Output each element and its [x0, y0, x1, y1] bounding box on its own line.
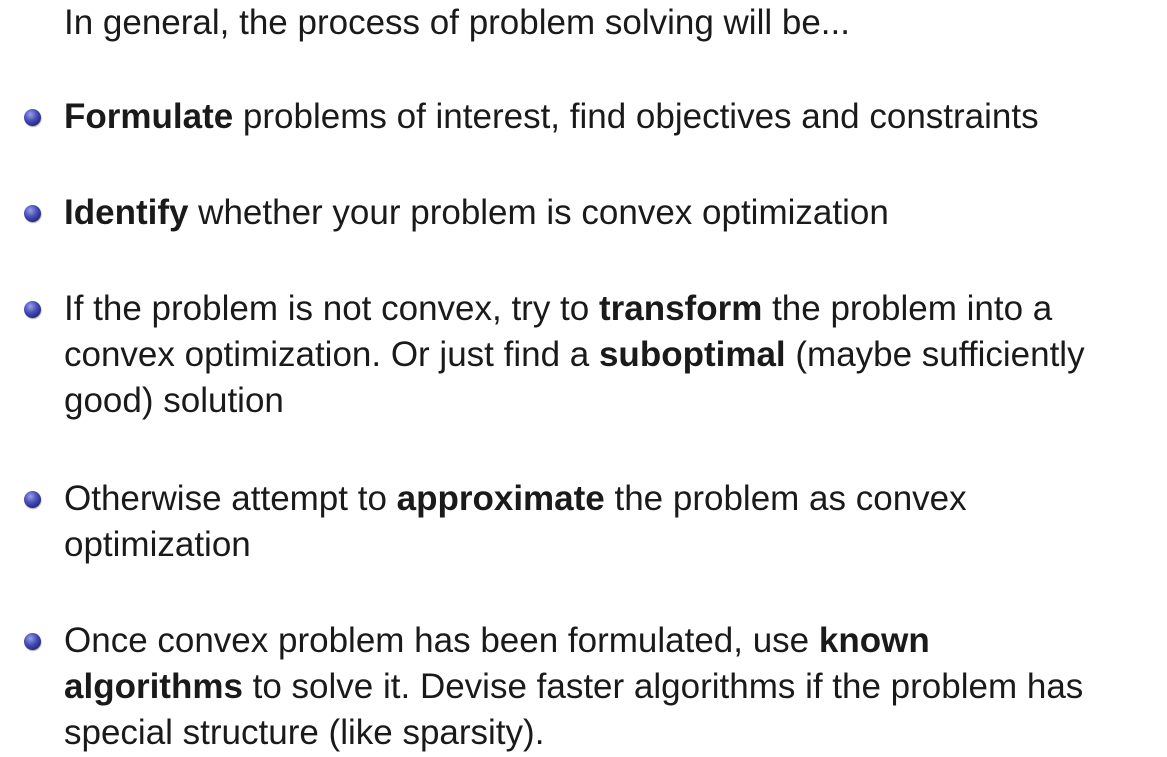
bullet-text: If the problem is not convex, try to tra… — [64, 286, 1164, 424]
bullet-dot-icon — [24, 109, 41, 126]
bullet-line: special structure (like sparsity). — [64, 710, 1164, 756]
bullet-line: Otherwise attempt to approximate the pro… — [64, 476, 1164, 522]
bold-term: known — [818, 621, 930, 660]
bullet-line: algorithms to solve it. Devise faster al… — [64, 664, 1164, 710]
text-segment: convex optimization. Or just find a — [64, 335, 599, 374]
bold-term: approximate — [396, 479, 605, 518]
intro-text: In general, the process of problem solvi… — [64, 3, 850, 42]
bold-term: algorithms — [64, 667, 243, 706]
bullet-text: Once convex problem has been formulated,… — [64, 618, 1164, 756]
bold-term: Formulate — [64, 97, 234, 136]
bullet-line: convex optimization. Or just find a subo… — [64, 332, 1164, 378]
text-segment: (maybe sufficiently — [785, 335, 1085, 374]
bullet-line: Once convex problem has been formulated,… — [64, 618, 1164, 664]
bullet-dot-icon — [24, 301, 41, 318]
bullet-text: Identify whether your problem is convex … — [64, 190, 1164, 236]
bullet-dot-icon — [24, 491, 41, 508]
bullet-dot-icon — [24, 205, 41, 222]
bullet-line: If the problem is not convex, try to tra… — [64, 286, 1164, 332]
slide: In general, the process of problem solvi… — [0, 0, 1167, 757]
bullet-dot-icon — [24, 633, 41, 650]
bullet-line: Formulate problems of interest, find obj… — [64, 94, 1164, 140]
text-segment: the problem as convex — [604, 479, 967, 518]
text-segment: good) solution — [64, 381, 284, 420]
bold-term: suboptimal — [598, 335, 786, 374]
bullet-line: optimization — [64, 522, 1164, 568]
bold-term: Identify — [64, 193, 189, 232]
text-segment: problems of interest, find objectives an… — [233, 97, 1039, 136]
text-segment: the problem into a — [762, 289, 1053, 328]
bullet-text: Otherwise attempt to approximate the pro… — [64, 476, 1164, 568]
bullet-line: good) solution — [64, 378, 1164, 424]
text-segment: Otherwise attempt to — [64, 479, 397, 518]
text-segment: whether your problem is convex optimizat… — [188, 193, 889, 232]
bullet-text: Formulate problems of interest, find obj… — [64, 94, 1164, 140]
text-segment: to solve it. Devise faster algorithms if… — [242, 667, 1084, 706]
bullet-line: Identify whether your problem is convex … — [64, 190, 1164, 236]
text-segment: optimization — [64, 525, 251, 564]
bold-term: transform — [598, 289, 763, 328]
text-segment: If the problem is not convex, try to — [64, 289, 599, 328]
text-segment: special structure (like sparsity). — [64, 713, 545, 752]
text-segment: Once convex problem has been formulated,… — [64, 621, 819, 660]
